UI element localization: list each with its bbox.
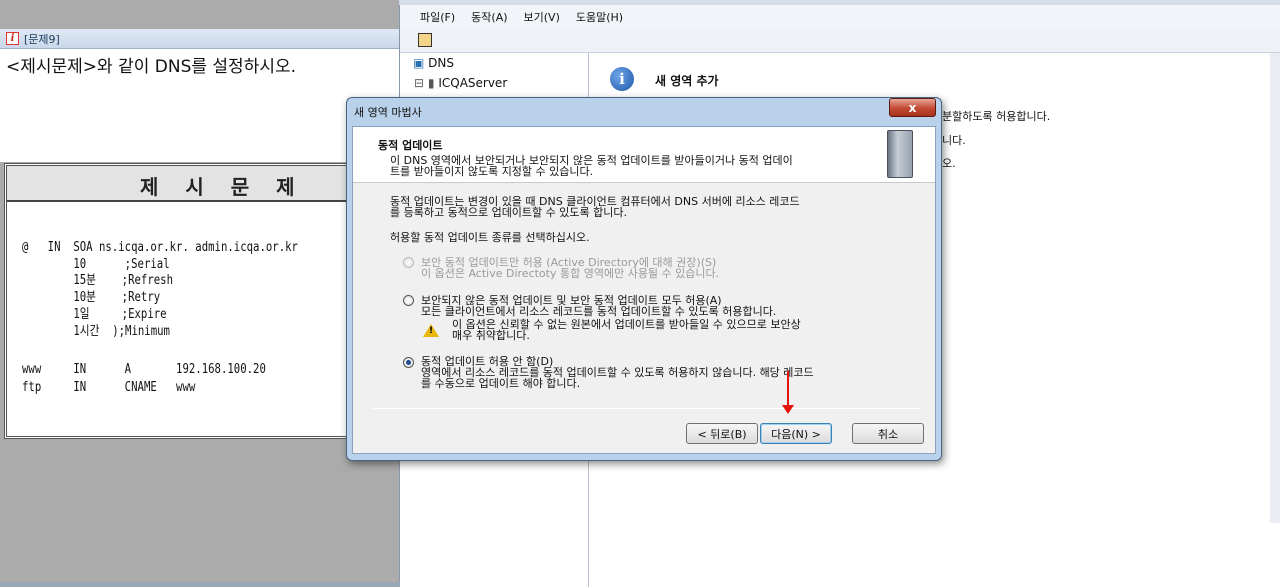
radio-secure-only xyxy=(403,257,414,268)
option-no-update-desc-2: 를 수동으로 업데이트 해야 합니다. xyxy=(421,377,581,390)
detail-text-fragment-3: 오. xyxy=(942,157,956,170)
zone-line-serial: 10 ;Serial xyxy=(22,257,170,272)
tree-item-server[interactable]: ⊟ ▮ ICQAServer xyxy=(414,76,507,90)
header-title: 동적 업데이트 xyxy=(378,139,443,152)
annotation-arrow-head-icon xyxy=(782,405,794,414)
zone-line-retry: 10분 ;Retry xyxy=(22,290,161,305)
zone-line-expire: 1일 ;Expire xyxy=(22,307,167,322)
body-desc-line-2: 를 등록하고 동적으로 업데이트할 수 있도록 합니다. xyxy=(390,206,627,219)
detail-heading: 새 영역 추가 xyxy=(655,74,719,88)
cancel-button[interactable]: 취소 xyxy=(852,423,924,444)
annotation-arrow-line xyxy=(787,371,789,408)
back-button[interactable]: < 뒤로(B) xyxy=(686,423,758,444)
tree-item-dns[interactable]: ▣ DNS xyxy=(413,56,454,70)
header-desc-line-2: 트를 받아들이지 않도록 지정할 수 있습니다. xyxy=(390,165,594,178)
radio-no-dynamic-update[interactable] xyxy=(403,357,414,368)
app-icon: i xyxy=(6,32,19,45)
detail-text-fragment-2: 니다. xyxy=(942,134,966,147)
vertical-scrollbar[interactable] xyxy=(1270,53,1280,523)
instruction-text: <제시문제>와 같이 DNS를 설정하시오. xyxy=(6,57,297,77)
option-allow-both-warning-2: 매우 취약합니다. xyxy=(452,329,530,342)
dialog-title: 새 영역 마법사 xyxy=(354,106,422,119)
option-allow-both-desc: 모든 클라이언트에서 리소스 레코드를 동적 업데이트할 수 있도록 허용합니다… xyxy=(421,305,777,318)
radio-allow-both[interactable] xyxy=(403,295,414,306)
zone-line-minimum: 1시간 );Minimum xyxy=(22,324,170,339)
zone-line-refresh: 15분 ;Refresh xyxy=(22,273,174,288)
question-window-title: [문제9] xyxy=(24,32,60,46)
collapse-icon[interactable]: ⊟ xyxy=(414,76,424,90)
record-ftp: ftp IN CNAME www xyxy=(22,380,196,395)
menu-view[interactable]: 보기(V) xyxy=(524,9,560,25)
warning-mark: ! xyxy=(429,326,434,336)
question-titlebar: i [문제9] xyxy=(0,29,399,49)
taskbar-edge xyxy=(0,582,400,587)
server-icon xyxy=(887,130,913,178)
menu-help[interactable]: 도움말(H) xyxy=(576,9,623,25)
option-secure-only-desc: 이 옵션은 Active Directoty 통합 영역에만 사용될 수 있습니… xyxy=(421,267,720,280)
toolbar xyxy=(400,29,1280,53)
problem-title: 제 시 문 제 xyxy=(140,175,305,199)
dns-icon: ▣ xyxy=(413,56,425,70)
detail-text-fragment-1: 분할하도록 허용합니다. xyxy=(942,110,1051,123)
info-icon: i xyxy=(610,67,634,91)
menu-file[interactable]: 파일(F) xyxy=(420,9,455,25)
tree-item-server-label: ICQAServer xyxy=(438,76,508,90)
select-prompt: 허용할 동적 업데이트 종류를 선택하십시오. xyxy=(390,231,590,244)
separator xyxy=(373,408,920,409)
zone-line-soa: @ IN SOA ns.icqa.or.kr. admin.icqa.or.kr xyxy=(22,240,298,255)
menu-action[interactable]: 동작(A) xyxy=(471,9,507,25)
properties-icon[interactable] xyxy=(418,33,432,47)
record-www: www IN A 192.168.100.20 xyxy=(22,362,266,377)
tree-item-dns-label: DNS xyxy=(428,56,455,70)
menubar: 파일(F) 동작(A) 보기(V) 도움말(H) xyxy=(400,5,1280,29)
next-button[interactable]: 다음(N) > xyxy=(760,423,832,444)
server-icon-small: ▮ xyxy=(427,76,435,90)
close-button[interactable]: x xyxy=(889,98,936,117)
